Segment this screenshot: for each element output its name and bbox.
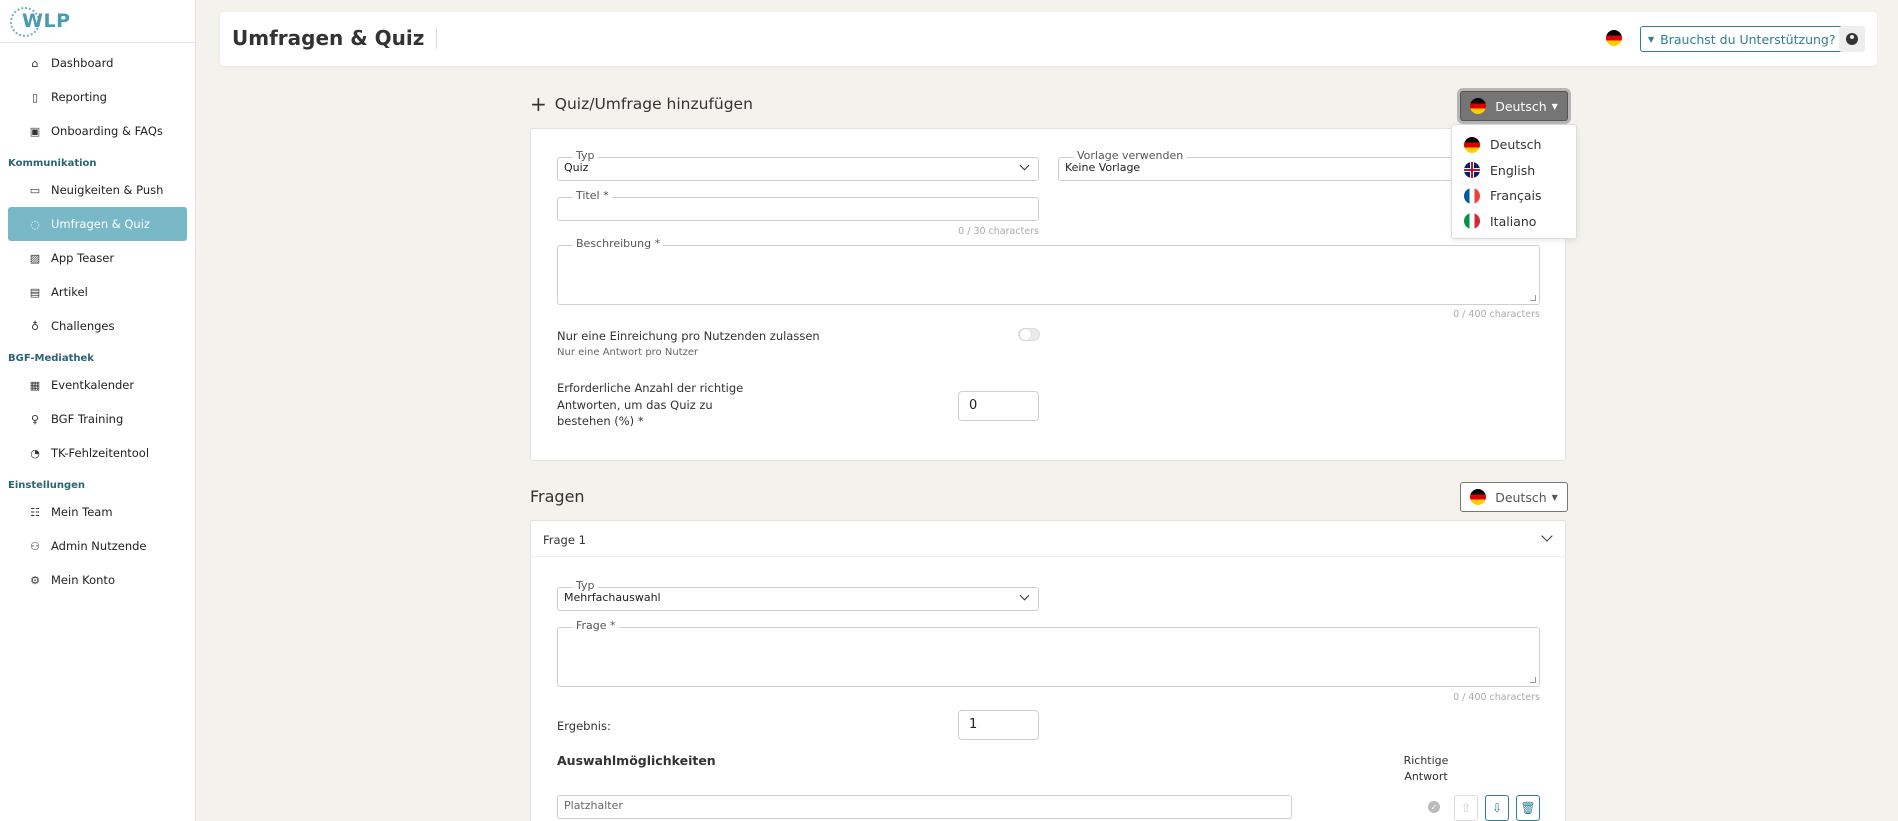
arrow-up-icon: ⇧ — [1460, 801, 1472, 815]
medal-icon: ♁ — [30, 319, 40, 333]
sidebar-item-artikel[interactable]: ▤ Artikel — [8, 275, 187, 309]
quiz-language-button[interactable]: Deutsch ▼ — [1460, 91, 1568, 121]
chevron-down-icon — [1019, 160, 1030, 171]
title-char-counter: 0 / 30 characters — [958, 226, 1039, 237]
arrow-down-icon: ⇩ — [1491, 801, 1503, 815]
pass-threshold-label-line3: bestehen (%) * — [557, 414, 644, 428]
language-dropdown-menu: Deutsch English Français Italiano — [1451, 124, 1577, 239]
result-input[interactable]: 1 — [958, 710, 1039, 740]
quiz-add-heading: + Quiz/Umfrage hinzufügen — [530, 92, 753, 116]
sidebar-section-mediathek: BGF-Mediathek — [8, 353, 94, 364]
lightbulb-icon: ♀ — [30, 412, 40, 426]
language-option-english[interactable]: English — [1452, 158, 1576, 184]
sidebar-section-kommunikation: Kommunikation — [8, 158, 97, 169]
team-icon: ☷ — [30, 505, 40, 519]
resize-handle-icon[interactable] — [1530, 295, 1536, 301]
single-submission-toggle[interactable] — [1018, 328, 1040, 341]
sidebar-item-app-teaser[interactable]: ▨ App Teaser — [8, 241, 187, 275]
sidebar-item-challenges[interactable]: ♁ Challenges — [8, 309, 187, 343]
question-type-select[interactable]: Typ Mehrfachauswahl — [557, 579, 1039, 611]
choices-heading: Auswahlmöglichkeiten — [557, 753, 716, 768]
calendar-icon: ▦ — [29, 378, 41, 392]
caret-down-icon: ▼ — [1648, 34, 1655, 44]
user-gear-icon: ⚇ — [30, 539, 40, 553]
plus-icon: + — [530, 92, 547, 116]
sidebar-item-mein-team[interactable]: ☷ Mein Team — [8, 495, 187, 529]
caret-down-icon: ▼ — [1551, 101, 1558, 111]
german-flag-icon — [1464, 136, 1480, 153]
correct-answer-header-line2: Antwort — [1404, 770, 1448, 783]
logo-text: WLP — [22, 10, 71, 32]
chat-icon: ▭ — [29, 183, 41, 197]
sidebar-item-onboarding[interactable]: ▣ Onboarding & FAQs — [8, 114, 187, 148]
pass-threshold-label-line2: Antworten, um das Quiz zu — [557, 398, 713, 412]
move-down-button[interactable]: ⇩ — [1485, 795, 1509, 821]
resize-handle-icon[interactable] — [1530, 677, 1536, 683]
top-header: Umfragen & Quiz ▼ Brauchst du Unterstütz… — [220, 12, 1877, 66]
sidebar-item-eventkalender[interactable]: ▦ Eventkalender — [8, 368, 187, 402]
delete-choice-button[interactable]: 🗑 — [1516, 795, 1540, 821]
choice-input[interactable]: Platzhalter — [557, 795, 1292, 819]
uk-flag-icon — [1464, 162, 1480, 179]
logo[interactable]: WLP — [0, 0, 195, 43]
help-button[interactable]: ▼ Brauchst du Unterstützung? — [1640, 26, 1844, 52]
french-flag-icon — [1464, 187, 1480, 204]
speech-bubbles-icon: ◌ — [30, 217, 40, 231]
sidebar: WLP ⌂ Dashboard ▯ Reporting ▣ Onboarding & … — [0, 0, 196, 821]
chart-pie-icon: ◔ — [30, 446, 40, 460]
pass-threshold-input[interactable]: 0 — [958, 391, 1039, 421]
sidebar-item-dashboard[interactable]: ⌂ Dashboard — [8, 46, 187, 80]
title-input[interactable]: Titel * — [557, 189, 1039, 221]
sidebar-item-bgf-training[interactable]: ♀ BGF Training — [8, 402, 187, 436]
correct-answer-check-icon[interactable]: ✓ — [1428, 801, 1440, 813]
newspaper-icon: ▤ — [29, 285, 41, 299]
page-title: Umfragen & Quiz — [232, 27, 438, 49]
description-textarea[interactable]: Beschreibung * — [557, 237, 1540, 305]
language-option-deutsch[interactable]: Deutsch — [1452, 132, 1576, 158]
question-card: Frage 1 Typ Mehrfachauswahl Frage * 0 / … — [530, 520, 1566, 821]
questions-language-button[interactable]: Deutsch ▼ — [1460, 482, 1568, 512]
sidebar-item-neuigkeiten[interactable]: ▭ Neuigkeiten & Push — [8, 173, 187, 207]
pass-threshold-label-line1: Erforderliche Anzahl der richtige — [557, 381, 744, 395]
user-circle-icon — [1846, 33, 1858, 45]
correct-answer-header-line1: Richtige — [1403, 754, 1449, 767]
chevron-down-icon — [1019, 590, 1030, 601]
question-icon: ▣ — [29, 124, 41, 138]
question-textarea[interactable]: Frage * — [557, 619, 1540, 687]
language-option-francais[interactable]: Français — [1452, 183, 1576, 209]
german-flag-icon[interactable] — [1606, 30, 1622, 46]
sidebar-item-reporting[interactable]: ▯ Reporting — [8, 80, 187, 114]
quiz-form-card: Typ Quiz Vorlage verwenden Keine Vorlage… — [530, 128, 1566, 461]
sidebar-section-einstellungen: Einstellungen — [8, 480, 86, 491]
sidebar-item-admin-nutzende[interactable]: ⚇ Admin Nutzende — [8, 529, 187, 563]
question-char-counter: 0 / 400 characters — [1453, 692, 1540, 703]
caret-down-icon: ▼ — [1551, 492, 1558, 502]
german-flag-icon — [1470, 98, 1487, 114]
gear-icon: ⚙ — [30, 573, 40, 587]
move-up-button[interactable]: ⇧ — [1454, 795, 1478, 821]
result-label: Ergebnis: — [557, 719, 611, 733]
questions-heading: Fragen — [530, 487, 585, 506]
sidebar-item-tk-fehlzeitentool[interactable]: ◔ TK-Fehlzeitentool — [8, 436, 187, 470]
sidebar-item-umfragen[interactable]: ◌ Umfragen & Quiz — [8, 207, 187, 241]
description-char-counter: 0 / 400 characters — [1453, 309, 1540, 320]
single-submission-label: Nur eine Einreichung pro Nutzenden zulas… — [557, 329, 820, 343]
account-button[interactable] — [1839, 26, 1865, 52]
single-submission-hint: Nur eine Antwort pro Nutzer — [557, 347, 699, 358]
language-option-italiano[interactable]: Italiano — [1452, 209, 1576, 235]
italian-flag-icon — [1464, 213, 1480, 230]
type-select[interactable]: Typ Quiz — [557, 149, 1039, 181]
chevron-down-icon — [1541, 530, 1553, 542]
question-accordion-header[interactable]: Frage 1 — [531, 521, 1565, 557]
german-flag-icon — [1470, 489, 1487, 505]
home-icon: ⌂ — [31, 56, 39, 70]
image-icon: ▨ — [29, 251, 41, 265]
trash-icon: 🗑 — [1520, 801, 1536, 815]
sidebar-item-mein-konto[interactable]: ⚙ Mein Konto — [8, 563, 187, 597]
document-icon: ▯ — [31, 90, 39, 104]
